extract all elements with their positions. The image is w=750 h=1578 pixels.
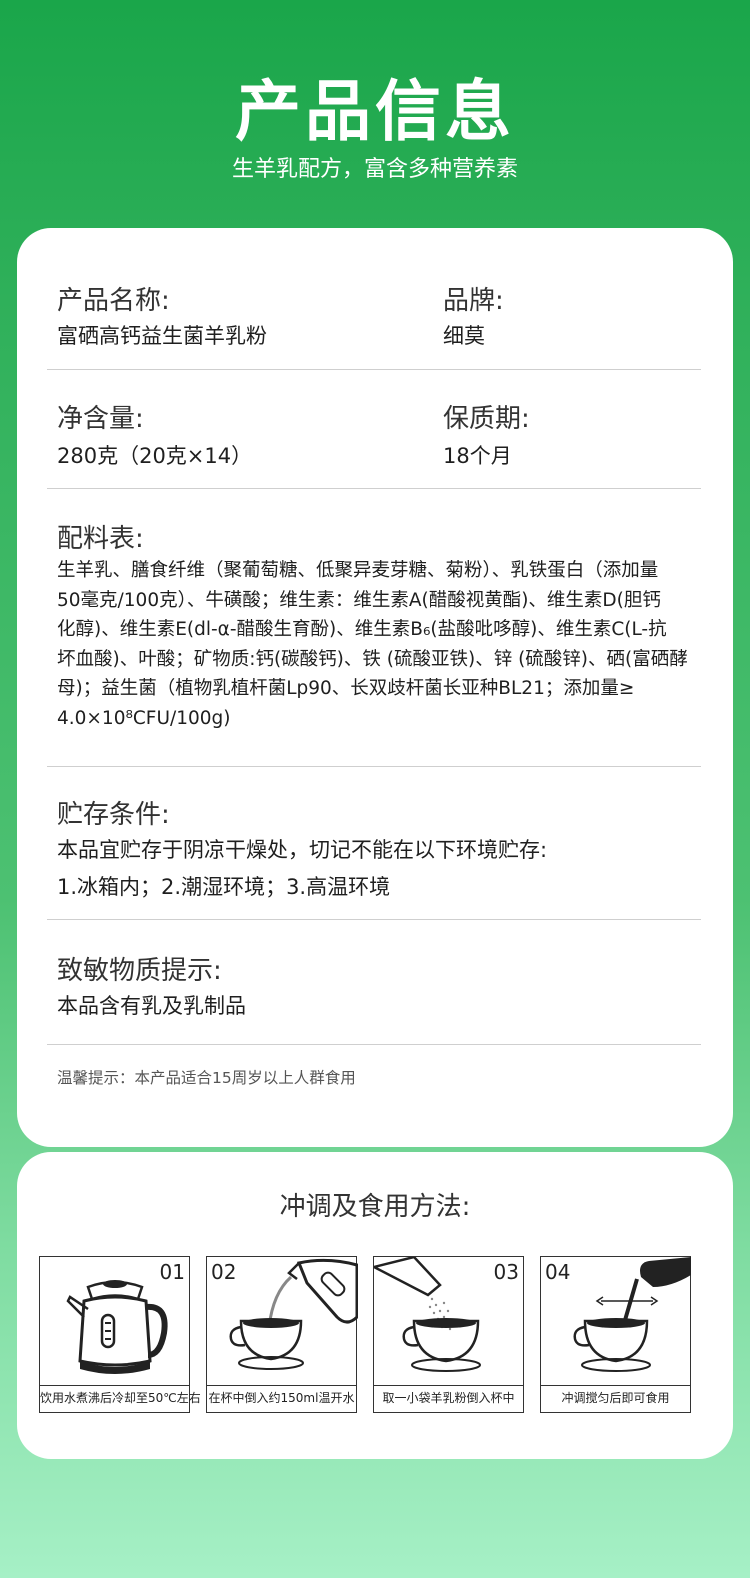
step-caption: 冲调搅匀后即可食用 <box>541 1385 690 1412</box>
step-4: 04 冲调搅匀后即可食用 <box>540 1256 691 1413</box>
ingredients-line: 50毫克/100克）、牛磺酸；维生素：维生素A(醋酸视黄酯)、维生素D(胆钙 <box>57 589 661 611</box>
page-title: 产品信息 <box>235 73 515 150</box>
step-3: 03 取一小袋羊乳粉倒入杯中 <box>373 1256 524 1413</box>
shelf-life-label: 保质期: <box>443 404 530 434</box>
net-content-label: 净含量: <box>57 404 144 434</box>
ingredients-line: 坏血酸)、叶酸；矿物质:钙(碳酸钙)、铁 (硫酸亚铁)、锌 (硫酸锌)、硒(富硒… <box>57 648 688 670</box>
divider <box>47 488 701 489</box>
storage-label: 贮存条件: <box>57 800 170 830</box>
storage-line: 本品宜贮存于阴凉干燥处，切记不能在以下环境贮存: <box>57 838 548 862</box>
product-info-card: 产品名称: 富硒高钙益生菌羊乳粉 品牌: 细莫 净含量: 280克（20克×14… <box>17 228 733 1147</box>
storage-line: 1.冰箱内；2.潮湿环境；3.高温环境 <box>57 875 391 899</box>
ingredients-line: 4.0×10⁸CFU/100g) <box>57 707 231 729</box>
brand-label: 品牌: <box>443 286 504 316</box>
kettle-icon <box>66 1280 168 1374</box>
allergen-value: 本品含有乳及乳制品 <box>57 994 246 1018</box>
ingredients-list: 生羊乳、膳食纤维（聚葡萄糖、低聚异麦芽糖、菊粉）、乳铁蛋白（添加量 50毫克/1… <box>57 556 697 733</box>
ingredients-line: 化醇)、维生素E(dl-α-醋酸生育酚)、维生素B₆(盐酸吡哆醇)、维生素C(L… <box>57 619 667 640</box>
step-caption: 在杯中倒入约150ml温开水 <box>207 1385 356 1412</box>
warm-tip: 温馨提示：本产品适合15周岁以上人群食用 <box>57 1069 356 1087</box>
step-caption: 饮用水煮沸后冷却至50℃左右 <box>40 1385 201 1412</box>
preparation-title: 冲调及食用方法: <box>279 1192 471 1222</box>
storage-conditions: 本品宜贮存于阴凉干燥处，切记不能在以下环境贮存: 1.冰箱内；2.潮湿环境；3.… <box>57 832 697 906</box>
divider <box>47 369 701 370</box>
ingredients-label: 配料表: <box>57 524 144 554</box>
add-powder-icon <box>374 1257 481 1372</box>
shelf-life-value: 18个月 <box>443 444 512 468</box>
preparation-card: 冲调及食用方法: 01 饮用水煮沸后冷却至50℃左右 02 在杯中倒入约150m… <box>17 1152 733 1459</box>
product-name-label: 产品名称: <box>57 286 170 316</box>
ingredients-line: 母)；益生菌（植物乳植杆菌Lp90、长双歧杆菌长亚种BL21；添加量≥ <box>57 678 635 699</box>
product-name-value: 富硒高钙益生菌羊乳粉 <box>57 324 267 348</box>
brand-value: 细莫 <box>443 324 485 348</box>
step-caption: 取一小袋羊乳粉倒入杯中 <box>374 1385 523 1412</box>
stir-icon <box>573 1257 691 1372</box>
step-2: 02 在杯中倒入约150ml温开水 <box>206 1256 358 1413</box>
net-content-value: 280克（20克×14） <box>57 444 253 468</box>
step-1: 01 饮用水煮沸后冷却至50℃左右 <box>39 1256 201 1413</box>
pour-water-icon <box>229 1258 358 1370</box>
allergen-label: 致敏物质提示: <box>57 956 222 986</box>
page-subtitle: 生羊乳配方，富含多种营养素 <box>231 157 518 182</box>
divider <box>47 1044 701 1045</box>
divider <box>47 766 701 767</box>
ingredients-line: 生羊乳、膳食纤维（聚葡萄糖、低聚异麦芽糖、菊粉）、乳铁蛋白（添加量 <box>57 560 659 581</box>
divider <box>47 919 701 920</box>
